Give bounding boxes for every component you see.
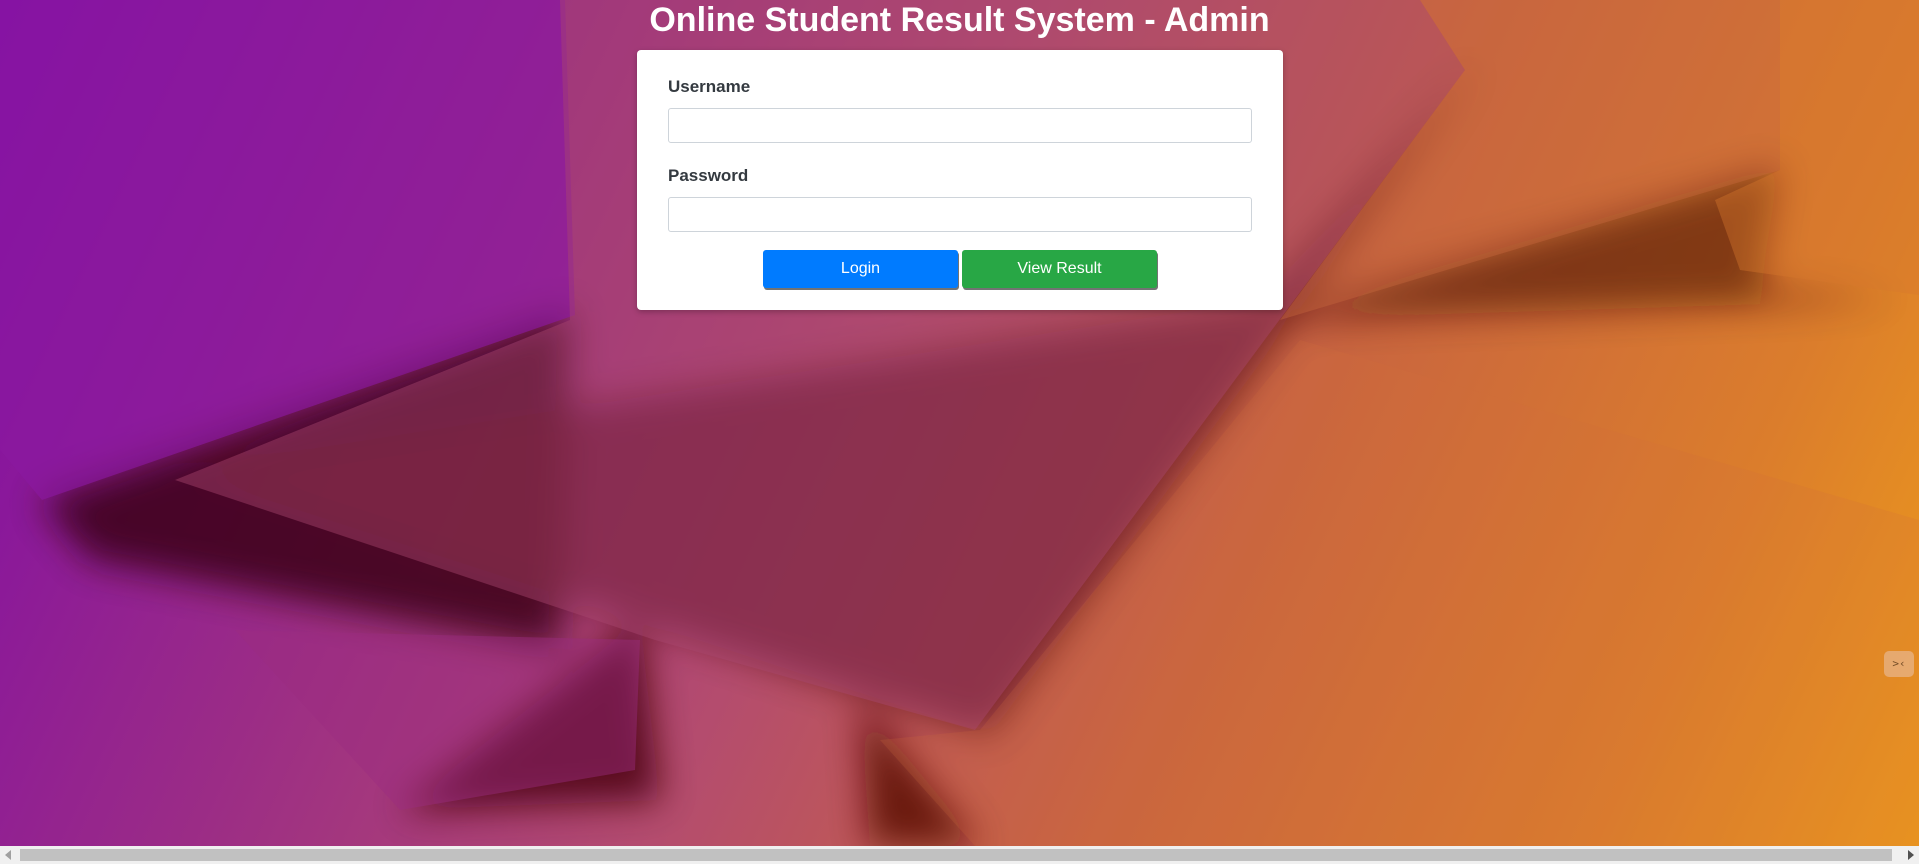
view-result-button[interactable]: View Result (962, 250, 1157, 288)
username-label: Username (668, 77, 751, 96)
scroll-right-icon[interactable] (1901, 846, 1919, 864)
page-title: Online Student Result System - Admin (649, 1, 1270, 39)
form-actions: Login View Result (637, 250, 1283, 288)
username-input[interactable] (668, 108, 1252, 143)
password-label: Password (668, 166, 749, 185)
scroll-left-icon[interactable] (0, 846, 18, 864)
login-button[interactable]: Login (763, 250, 958, 288)
password-input[interactable] (668, 197, 1252, 232)
login-form-card: Username Password Login View Result (637, 50, 1283, 310)
horizontal-scrollbar[interactable] (0, 846, 1919, 864)
translate-icon[interactable]: >‹ (1884, 651, 1914, 677)
scrollbar-thumb[interactable] (20, 849, 1892, 861)
